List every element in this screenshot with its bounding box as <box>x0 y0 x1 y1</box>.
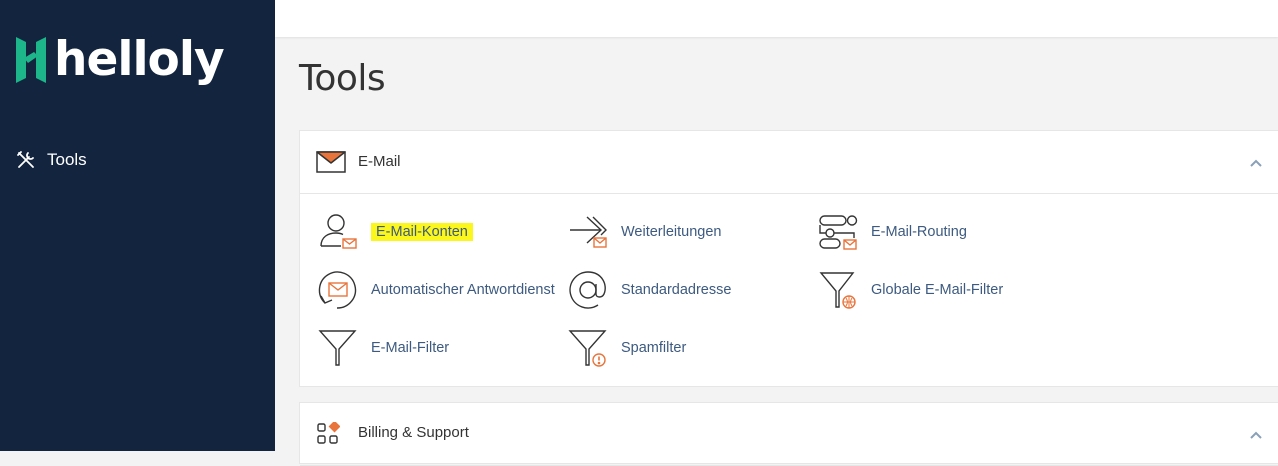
email-routing-icon <box>816 210 860 254</box>
brand-logo[interactable]: helloly <box>14 30 225 90</box>
helloly-logo-icon <box>16 37 46 83</box>
envelope-icon <box>316 151 346 178</box>
grid-icon <box>316 420 341 451</box>
tool-autoresponder[interactable]: Automatischer Antwortdienst <box>316 268 555 312</box>
section-title-billing-support: Billing & Support <box>358 424 469 441</box>
tool-global-email-filter[interactable]: Globale E-Mail-Filter <box>816 268 1003 312</box>
section-title-email: E-Mail <box>358 153 401 170</box>
sidebar-item-tools[interactable]: Tools <box>16 150 87 170</box>
tool-email-accounts[interactable]: E-Mail-Konten <box>316 210 473 254</box>
tools-icon <box>17 151 34 168</box>
tool-forwarders[interactable]: Weiterleitungen <box>566 210 722 254</box>
autoresponder-icon <box>316 268 360 312</box>
default-address-icon <box>566 268 610 312</box>
tool-email-filter[interactable]: E-Mail-Filter <box>316 326 449 370</box>
sidebar: helloly Tools <box>0 0 275 451</box>
billing-support-section: Billing & Support <box>299 402 1278 466</box>
tool-spam-filter[interactable]: Spamfilter <box>566 326 686 370</box>
top-bar <box>275 0 1278 37</box>
email-section: E-Mail E-Mail-Konten Weiterleitungen E-M… <box>299 130 1278 387</box>
logo-text: helloly <box>54 32 225 87</box>
email-filter-icon <box>316 326 360 370</box>
email-section-header[interactable]: E-Mail <box>300 131 1278 194</box>
tool-default-address[interactable]: Standardadresse <box>566 268 731 312</box>
tool-label-forwarders: Weiterleitungen <box>621 224 722 240</box>
page-title: Tools <box>299 58 386 99</box>
sidebar-item-label: Tools <box>47 150 87 169</box>
chevron-up-icon[interactable] <box>1249 427 1263 445</box>
spam-filter-icon <box>566 326 610 370</box>
tool-label-email-filter: E-Mail-Filter <box>371 340 450 356</box>
tool-label-email-accounts: E-Mail-Konten <box>371 223 473 241</box>
billing-support-section-header[interactable]: Billing & Support <box>300 403 1278 466</box>
tool-label-default-address: Standardadresse <box>621 282 732 298</box>
tool-label-spam-filter: Spamfilter <box>621 340 687 356</box>
tool-email-routing[interactable]: E-Mail-Routing <box>816 210 967 254</box>
global-email-filter-icon <box>816 268 860 312</box>
forwarders-icon <box>566 210 610 254</box>
tool-label-autoresponder: Automatischer Antwortdienst <box>371 282 555 298</box>
chevron-up-icon[interactable] <box>1249 155 1263 173</box>
tool-label-global-email-filter: Globale E-Mail-Filter <box>871 282 1004 298</box>
email-accounts-icon <box>316 210 360 254</box>
tool-label-email-routing: E-Mail-Routing <box>871 224 967 240</box>
